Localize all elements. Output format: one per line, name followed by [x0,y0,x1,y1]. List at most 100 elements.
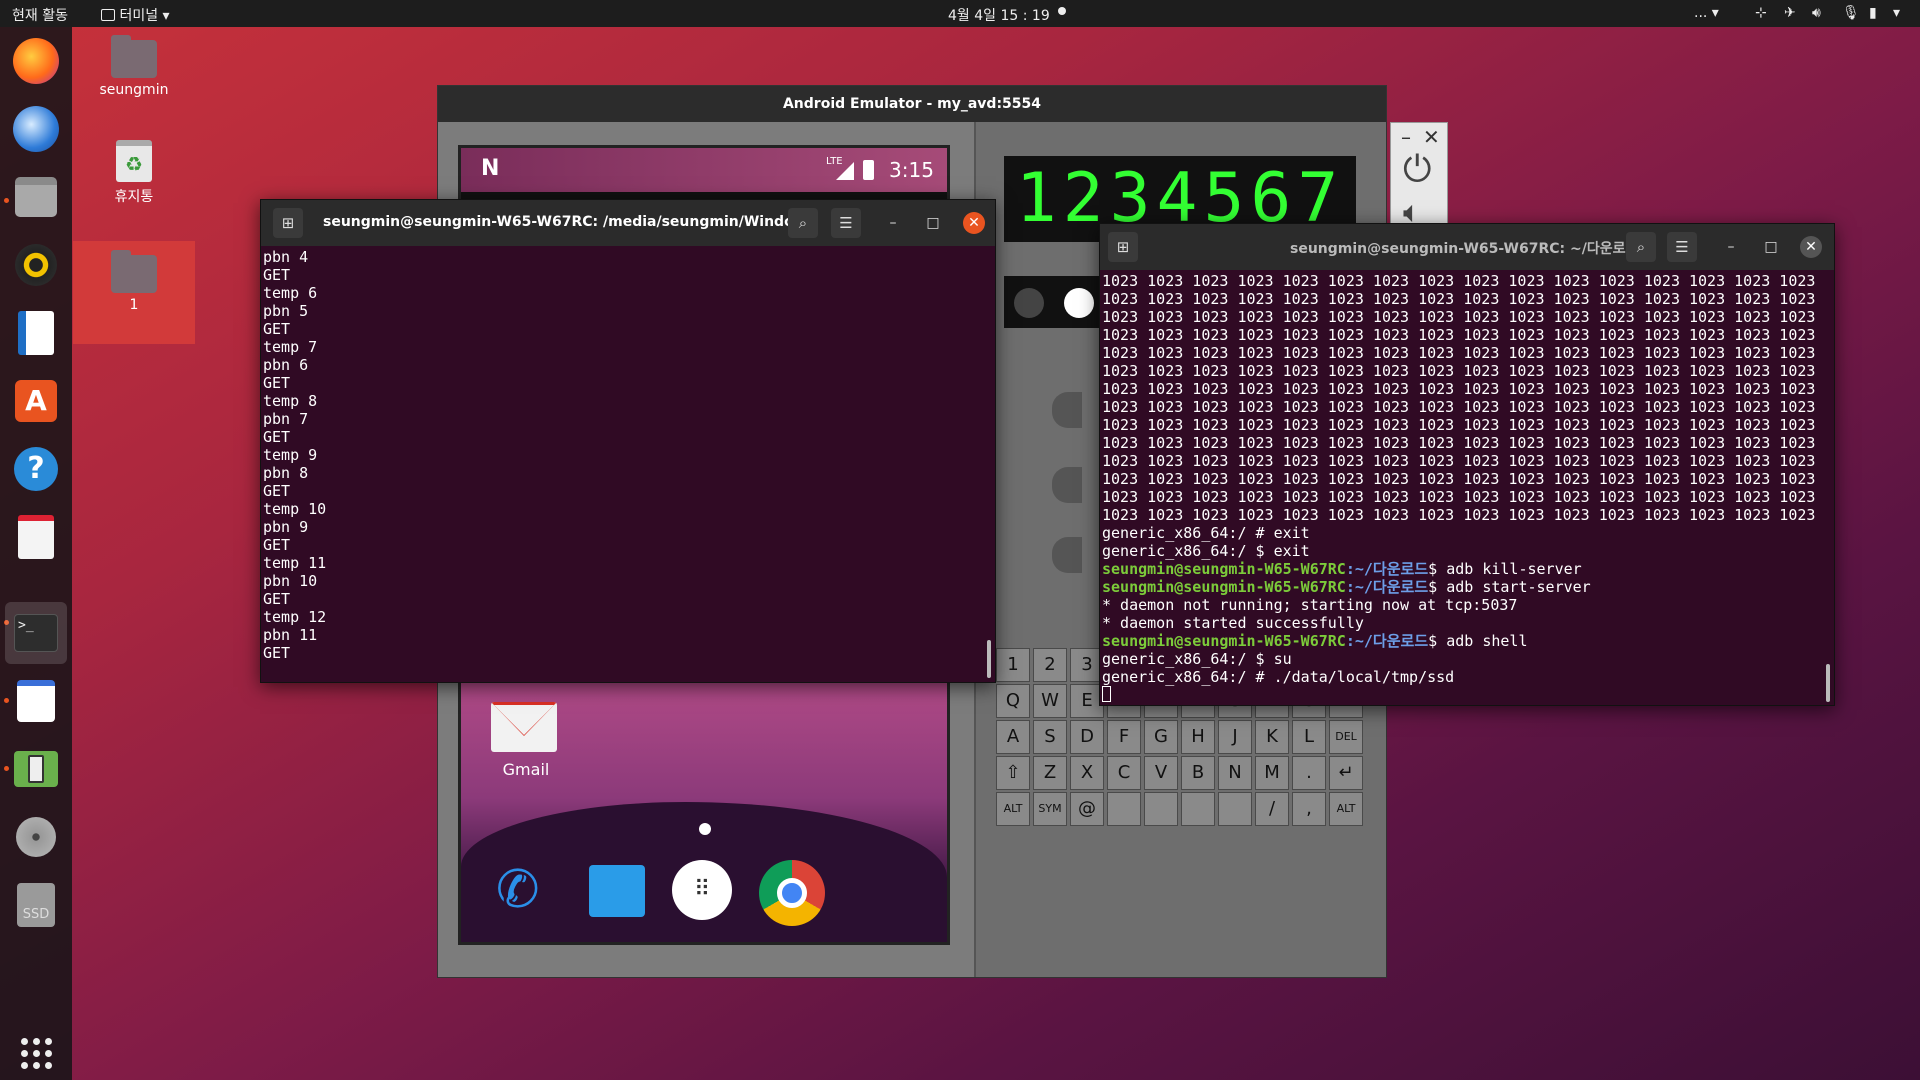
keyboard-key[interactable]: X [1070,756,1104,790]
keyboard-key[interactable]: / [1255,792,1289,826]
keyboard-key[interactable]: Z [1033,756,1067,790]
terminal-output-right[interactable]: 1023 1023 1023 1023 1023 1023 1023 1023 … [1100,270,1834,704]
home-folder-icon [111,35,157,78]
desktop-folder-1[interactable]: 1 [73,241,195,344]
app-drawer-icon[interactable]: ⠿ [672,860,732,920]
scrollbar[interactable] [987,640,991,678]
android-emulator-icon[interactable] [11,744,61,794]
terminal-line: * daemon started successfully [1102,614,1832,632]
close-emulator-icon[interactable]: ✕ [1423,125,1440,149]
maximize-icon[interactable]: □ [1760,236,1782,258]
terminal-data-row: 1023 1023 1023 1023 1023 1023 1023 1023 … [1102,434,1816,452]
terminal-line: pbn 11 [263,626,318,644]
keyboard-key[interactable]: K [1255,720,1289,754]
keyboard-key[interactable]: V [1144,756,1178,790]
power-menu-icon[interactable]: ▾ [1893,5,1900,21]
app-menu[interactable]: 터미널 ▾ [101,5,170,25]
network-icon[interactable]: ⊹ [1755,5,1767,21]
terminal-icon[interactable]: >_ [5,602,67,664]
firefox-icon[interactable] [11,36,61,86]
keyboard-key[interactable]: D [1070,720,1104,754]
call-button-icon[interactable] [1052,467,1082,503]
keyboard-key[interactable]: A [996,720,1030,754]
messages-icon[interactable] [589,865,645,917]
airplane-icon[interactable]: ✈ [1784,5,1796,21]
show-apps-icon[interactable] [11,1028,61,1078]
keyboard-key[interactable] [1144,792,1178,826]
ssd-icon[interactable]: SSD [11,880,61,930]
terminal-line: GET [263,536,291,554]
phone-dialer-icon[interactable]: ✆ [496,860,556,920]
scrollbar[interactable] [1826,664,1830,702]
hamburger-menu-icon[interactable]: ☰ [1667,232,1697,262]
keyboard-key[interactable]: W [1033,684,1067,718]
keyboard-key[interactable]: L [1292,720,1326,754]
prompt-path: :~/다운로드 [1345,632,1429,650]
keyboard-key[interactable]: ↵ [1329,756,1363,790]
keyboard-key[interactable]: SYM [1033,792,1067,826]
keyboard-key[interactable]: B [1181,756,1215,790]
desktop-home-folder[interactable]: seungmin [73,35,195,98]
power-icon[interactable]: ⏻ [1403,149,1431,191]
hamburger-menu-icon[interactable]: ☰ [831,208,861,238]
terminal-output-left[interactable]: pbn 4 GET temp 6 pbn 5 GET temp 7 pbn 6 GET temp… [261,246,995,664]
keyboard-key[interactable]: DEL [1329,720,1363,754]
keyboard-key[interactable]: C [1107,756,1141,790]
thunderbird-icon[interactable] [11,104,61,154]
keyboard-key[interactable]: M [1255,756,1289,790]
battery-icon[interactable]: ▮ [1869,5,1877,21]
trackball-right-icon[interactable] [1064,288,1094,318]
keyboard-key[interactable]: ALT [996,792,1030,826]
activities-button[interactable]: 현재 활동 [12,5,68,25]
chrome-icon[interactable] [759,860,825,926]
gmail-app[interactable]: Gmail [491,702,561,779]
help-icon[interactable]: ? [11,444,61,494]
keyboard-key[interactable]: @ [1070,792,1104,826]
end-call-button-icon[interactable] [1052,537,1082,573]
maximize-icon[interactable]: □ [922,212,944,234]
minimize-emulator-icon[interactable]: – [1401,125,1411,149]
text-editor-icon[interactable] [11,676,61,726]
keyboard-key[interactable]: . [1292,756,1326,790]
writer-icon[interactable] [11,308,61,358]
files-icon[interactable] [11,172,61,222]
terminal-window-left[interactable]: ⊞ seungmin@seungmin-W65-W67RC: /media/se… [260,199,996,683]
keyboard-key[interactable]: Q [996,684,1030,718]
trackball-left-icon[interactable] [1014,288,1044,318]
rhythmbox-icon[interactable] [11,240,61,290]
terminal-window-right[interactable]: ⊞ seungmin@seungmin-W65-W67RC: ~/다운로드 ⌕ … [1099,223,1835,706]
keyboard-key[interactable]: 1 [996,648,1030,682]
keyboard-key[interactable]: ALT [1329,792,1363,826]
command-text: generic_x86_64:/ # ./data/local/tmp/ssd [1102,668,1455,686]
minimize-icon[interactable]: – [882,212,904,234]
keyboard-key[interactable] [1107,792,1141,826]
keyboard-key[interactable] [1218,792,1252,826]
keyboard-key[interactable]: , [1292,792,1326,826]
clock[interactable]: 4월 4일 15 : 19 [948,5,1050,25]
minimize-icon[interactable]: – [1720,236,1742,258]
keyboard-key[interactable]: S [1033,720,1067,754]
keyboard-key[interactable]: 2 [1033,648,1067,682]
new-tab-icon[interactable]: ⊞ [1108,232,1138,262]
keyboard-key[interactable]: ⇧ [996,756,1030,790]
document-viewer-icon[interactable] [11,512,61,562]
keyboard-key[interactable]: J [1218,720,1252,754]
keyboard-key[interactable]: N [1218,756,1252,790]
search-icon[interactable]: ⌕ [788,208,818,238]
close-icon[interactable]: ✕ [1800,236,1822,258]
keyboard-key[interactable]: G [1144,720,1178,754]
notification-dot-icon [1058,7,1066,15]
keyboard-key[interactable]: H [1181,720,1215,754]
new-tab-icon[interactable]: ⊞ [273,208,303,238]
desktop-trash[interactable]: ♻ 휴지통 [73,140,195,206]
keyboard-key[interactable]: F [1107,720,1141,754]
disc-icon[interactable] [11,812,61,862]
search-icon[interactable]: ⌕ [1626,232,1656,262]
close-icon[interactable]: ✕ [963,212,985,234]
software-icon[interactable]: A [11,376,61,426]
keyboard-key[interactable] [1181,792,1215,826]
overflow-menu[interactable]: ... ▾ [1694,5,1719,21]
volume-icon[interactable]: 🔊︎ [1812,5,1821,21]
camera-button-icon[interactable] [1052,392,1082,428]
microphone-icon[interactable]: 🎙︎ [1842,5,1860,21]
